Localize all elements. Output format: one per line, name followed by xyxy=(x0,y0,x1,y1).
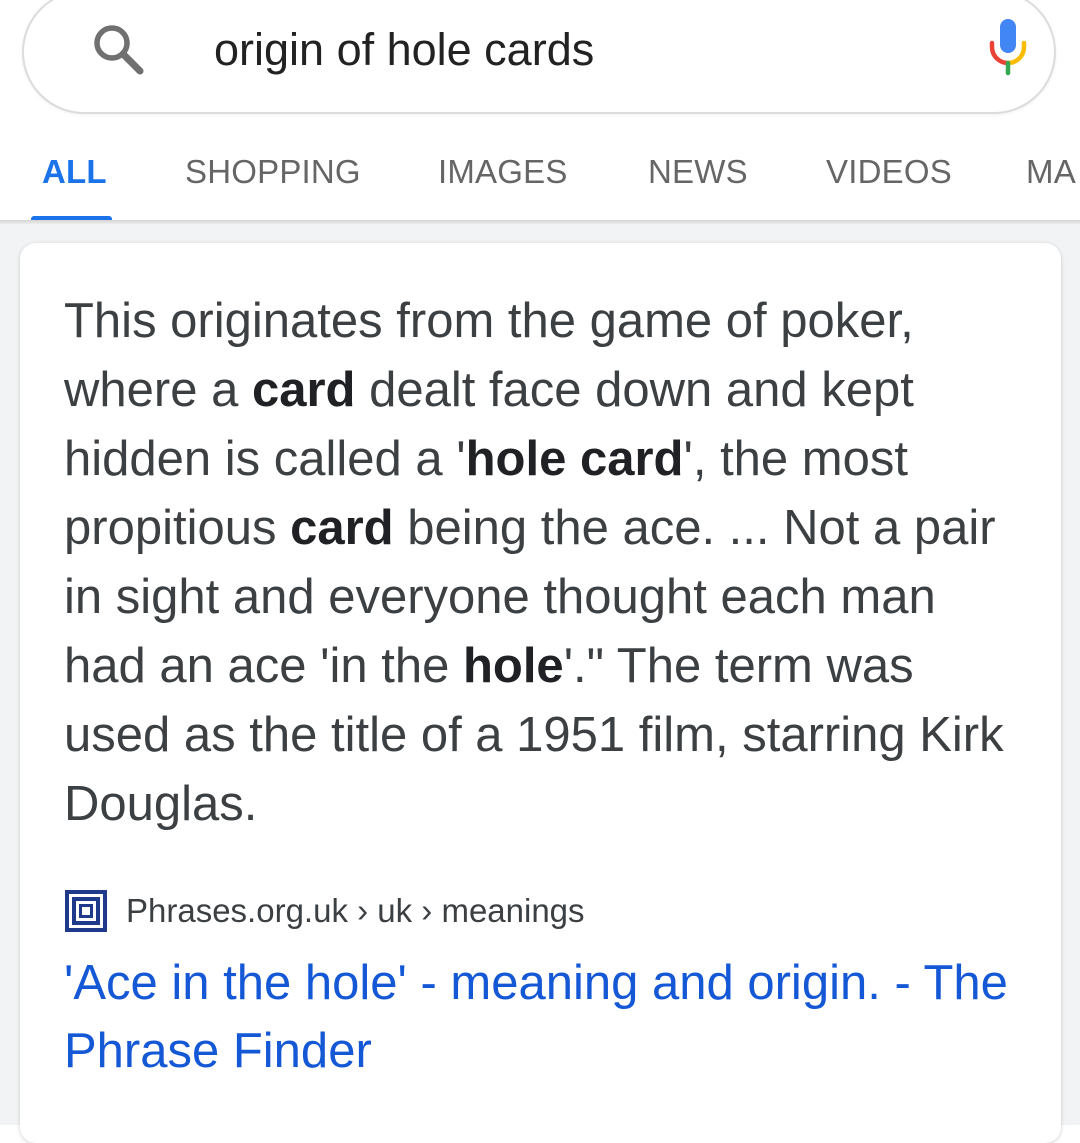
snippet-text: This originates from the game of poker, … xyxy=(64,287,1024,839)
snippet-keyword: card xyxy=(290,501,394,555)
search-icon[interactable] xyxy=(90,21,146,77)
snippet-keyword: hole xyxy=(462,639,564,693)
snippet-keyword: hole card xyxy=(465,432,684,486)
search-input[interactable]: origin of hole cards xyxy=(214,22,594,78)
featured-snippet-card: This originates from the game of poker, … xyxy=(20,243,1061,1143)
tab-all[interactable]: ALL xyxy=(42,150,107,194)
tab-shopping[interactable]: SHOPPING xyxy=(185,150,361,194)
tab-images[interactable]: IMAGES xyxy=(438,150,568,194)
source-breadcrumb[interactable]: Phrases.org.uk › uk › meanings xyxy=(126,892,585,930)
search-bar[interactable]: origin of hole cards xyxy=(22,0,1056,114)
microphone-icon[interactable] xyxy=(986,17,1030,77)
search-tabs: ALL SHOPPING IMAGES NEWS VIDEOS MA xyxy=(0,128,1080,221)
result-source[interactable]: Phrases.org.uk › uk › meanings xyxy=(64,887,585,935)
result-title-link[interactable]: 'Ace in the hole' - meaning and origin. … xyxy=(64,949,1024,1085)
tab-news[interactable]: NEWS xyxy=(648,150,748,194)
snippet-keyword: card xyxy=(251,363,356,417)
phrase-finder-favicon-icon xyxy=(65,890,107,932)
tab-videos[interactable]: VIDEOS xyxy=(826,150,952,194)
tab-more[interactable]: MA xyxy=(1026,150,1076,194)
